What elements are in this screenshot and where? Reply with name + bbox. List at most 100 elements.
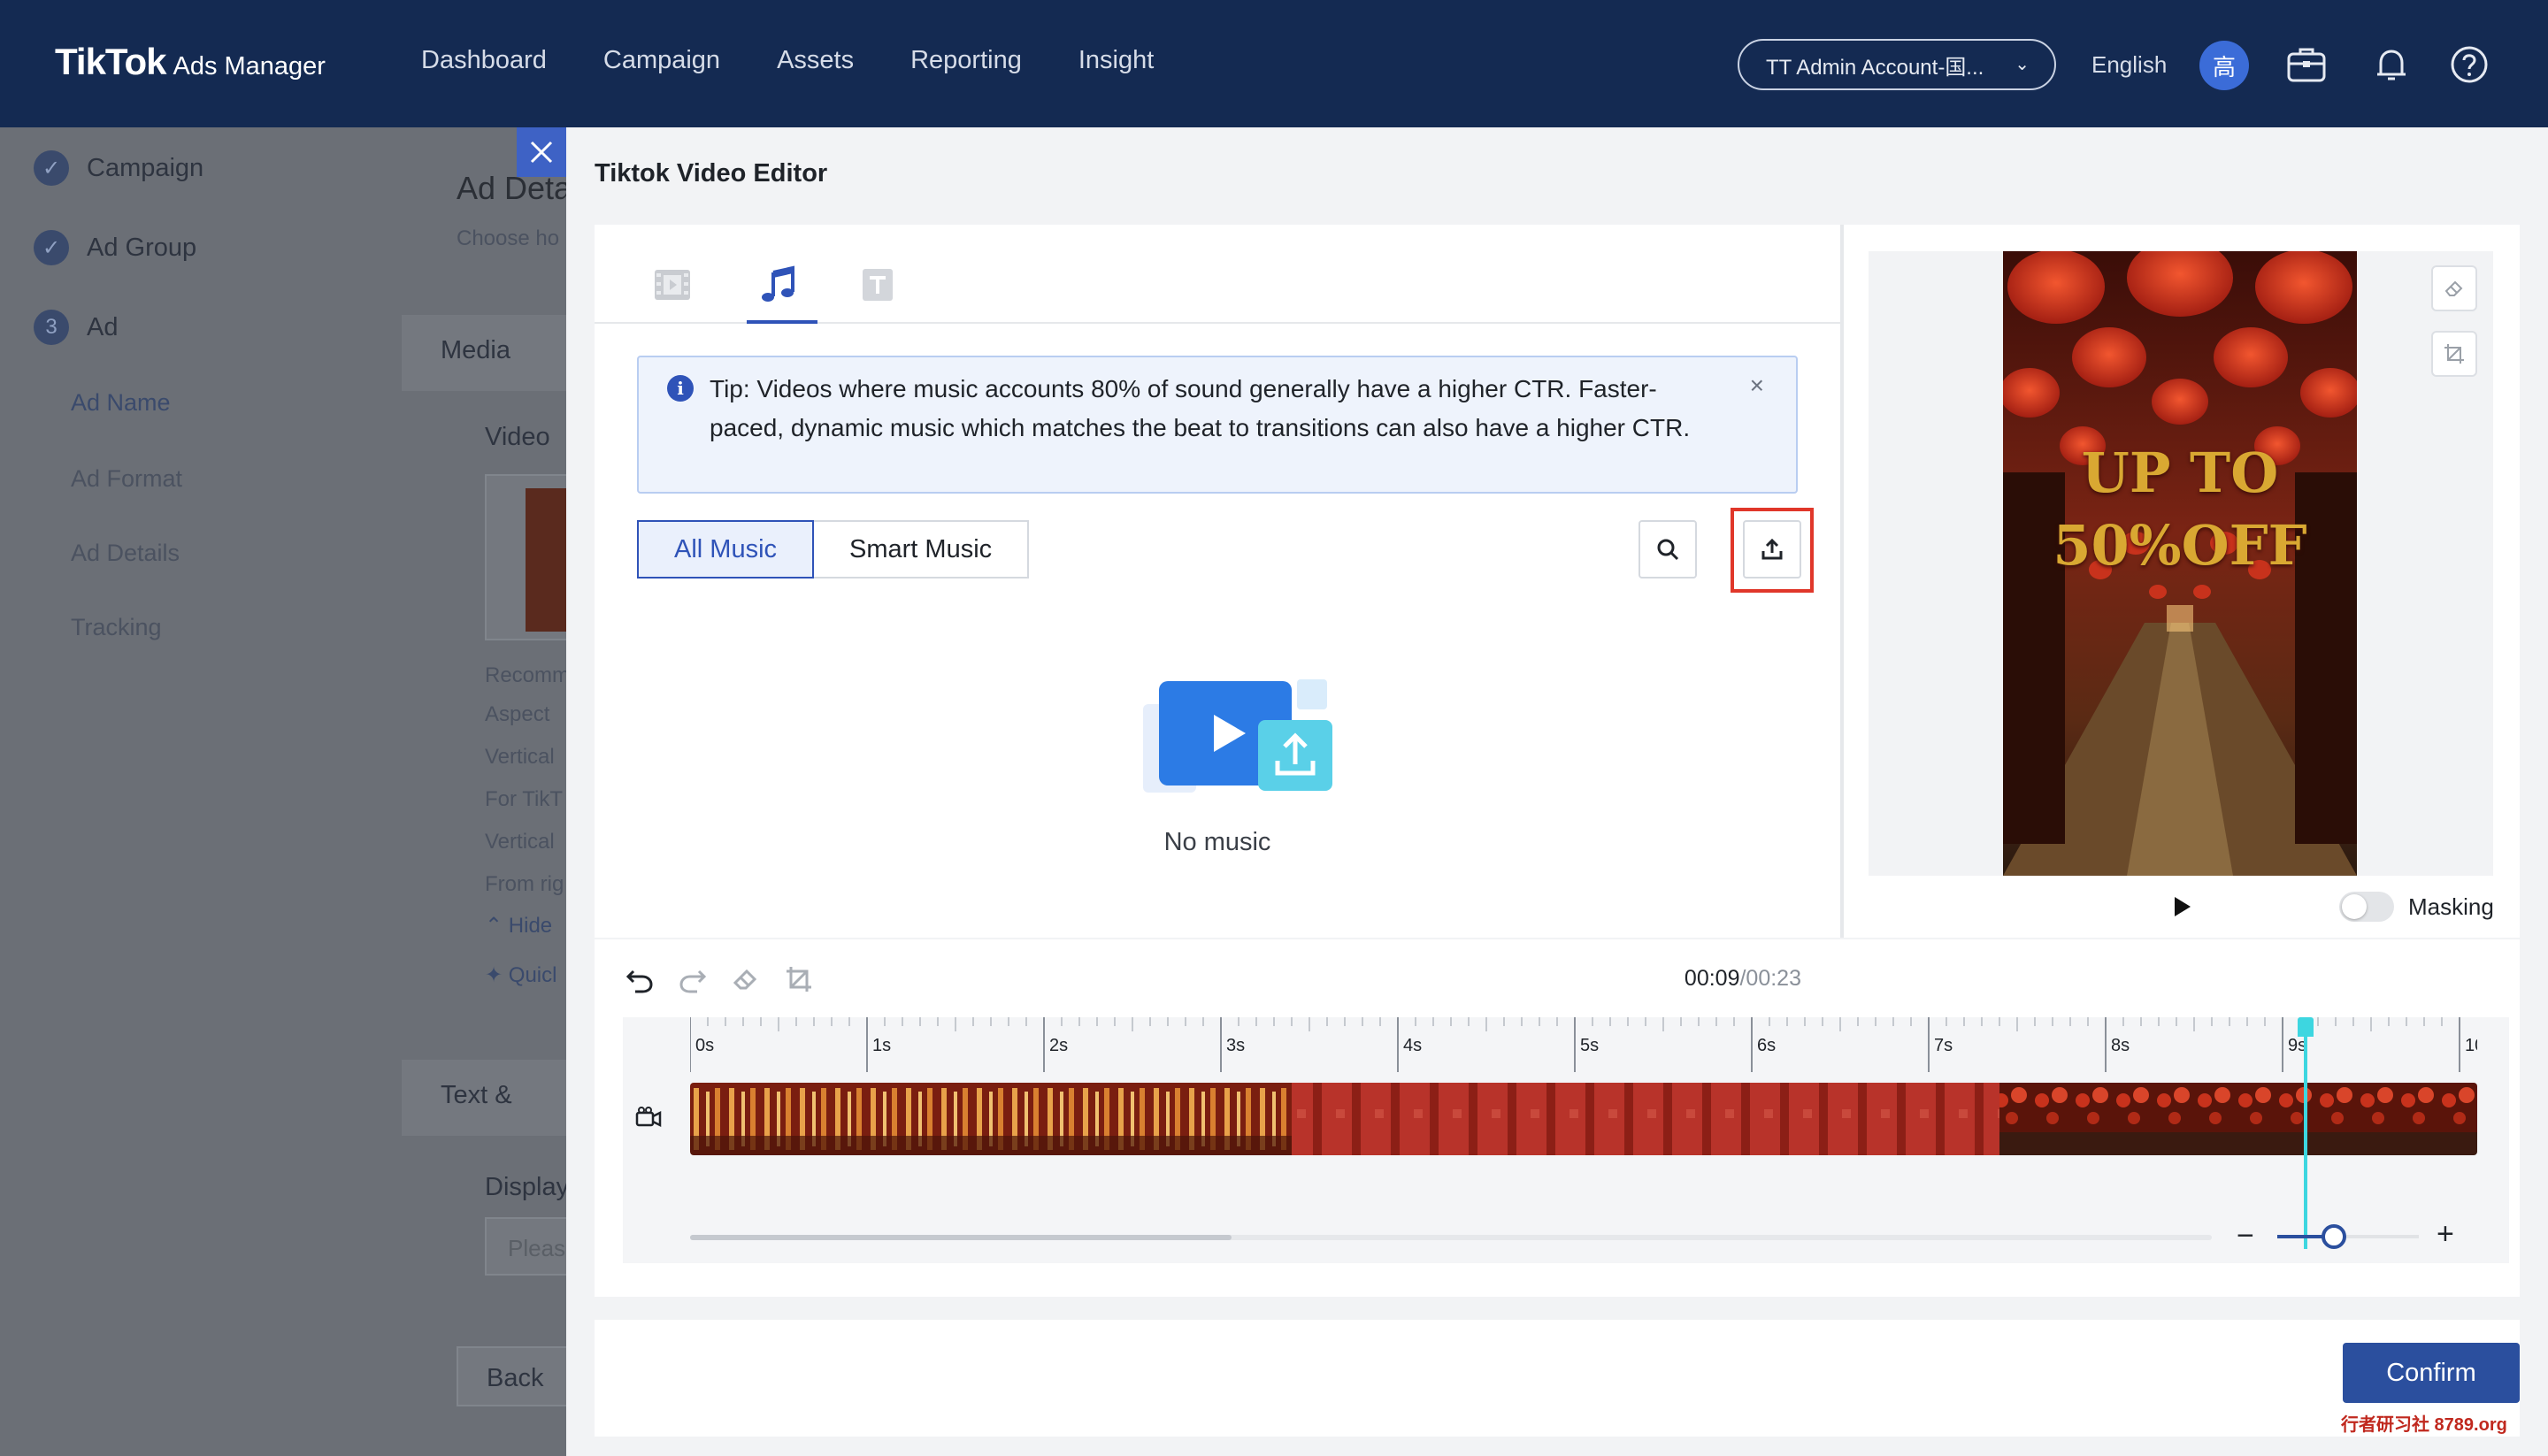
step-label: Campaign: [87, 153, 204, 182]
hide-link[interactable]: ⌃ Hide: [485, 913, 552, 939]
ad-details-form-behind: Ad Deta Choose ho Media Video Recomm Asp…: [372, 127, 566, 1456]
static-text: Recomm: [485, 663, 566, 687]
main-nav: Dashboard Campaign Assets Reporting Insi…: [421, 46, 1210, 75]
zoom-out-button[interactable]: −: [2237, 1219, 2254, 1253]
tick-label: 1s: [872, 1036, 891, 1055]
editor-left-panel: i Tip: Videos where music accounts 80% o…: [595, 225, 1840, 938]
bell-icon[interactable]: [2369, 42, 2414, 87]
brand-name: TikTok: [55, 41, 166, 82]
all-music-tab[interactable]: All Music: [637, 520, 815, 579]
empty-state-text: No music: [1163, 828, 1271, 856]
brand-sub: Ads Manager: [173, 52, 326, 80]
close-icon: [530, 141, 553, 164]
masking-toggle[interactable]: [2339, 892, 2394, 922]
masking-label: Masking: [2408, 893, 2494, 920]
top-navigation-bar: TikTok Ads Manager Dashboard Campaign As…: [0, 0, 2548, 127]
tick-label: 4s: [1403, 1036, 1422, 1055]
static-text: Aspect: [485, 702, 550, 726]
step-label: Ad: [87, 312, 119, 341]
section-title: Text &: [441, 1081, 512, 1109]
video-clip-track[interactable]: [690, 1083, 2477, 1155]
nav-assets[interactable]: Assets: [777, 46, 854, 75]
editor-footer: Confirm: [595, 1320, 2520, 1437]
play-icon[interactable]: [2175, 897, 2191, 916]
zoom-in-button[interactable]: +: [2437, 1217, 2454, 1252]
hide-label: Hide: [508, 914, 553, 938]
timeline-panel: 00:09/00:23 0s 1s 2s 3s 4s 5s 6s 7s 8s 9…: [595, 939, 2520, 1297]
crop-tool-button[interactable]: [2431, 331, 2477, 377]
back-button[interactable]: Back: [457, 1346, 566, 1406]
check-icon: ✓: [34, 230, 69, 265]
quick-link[interactable]: ✦ Quicl: [485, 962, 556, 988]
editor-title: Tiktok Video Editor: [595, 159, 828, 188]
overlay-line-2: 50%OFF: [2053, 513, 2307, 578]
static-text: From rig: [485, 872, 564, 896]
input-placeholder: Pleas: [508, 1235, 566, 1261]
upload-highlight-box: [1731, 508, 1814, 593]
time-ruler: 0s 1s 2s 3s 4s 5s 6s 7s 8s 9s 10: [690, 1017, 2477, 1072]
substep-ad-name[interactable]: Ad Name: [71, 389, 171, 417]
nav-dashboard[interactable]: Dashboard: [421, 46, 547, 75]
confirm-button[interactable]: Confirm: [2343, 1343, 2520, 1403]
tab-music[interactable]: [747, 260, 817, 324]
crop-icon: [2444, 344, 2464, 364]
media-section: Media: [402, 315, 566, 391]
tick-label: 8s: [2111, 1036, 2130, 1055]
language-switch[interactable]: English: [2091, 51, 2167, 79]
zoom-slider-track[interactable]: [2277, 1224, 2419, 1249]
display-name-input[interactable]: Pleas: [485, 1217, 566, 1276]
timeline-track-area: 0s 1s 2s 3s 4s 5s 6s 7s 8s 9s 10: [623, 1017, 2509, 1263]
step-label: Ad Group: [87, 233, 197, 262]
video-editor-drawer: Tiktok Video Editor i Tip: Videos where …: [566, 127, 2548, 1456]
step-campaign[interactable]: ✓ Campaign: [34, 150, 203, 186]
tick-label: 3s: [1226, 1036, 1245, 1055]
scrollbar-thumb[interactable]: [690, 1235, 1232, 1240]
preview-panel: UP TO 50%OFF Masking: [1844, 225, 2520, 938]
tip-banner: i Tip: Videos where music accounts 80% o…: [637, 356, 1798, 494]
tick-label: 2s: [1049, 1036, 1068, 1055]
account-name: TT Admin Account-国...: [1766, 55, 1984, 80]
tip-close-button[interactable]: ×: [1750, 372, 1764, 400]
video-preview-area: UP TO 50%OFF: [1869, 251, 2493, 876]
avatar[interactable]: 高: [2199, 41, 2249, 90]
music-source-toggle: All Music Smart Music: [637, 520, 1030, 579]
tab-video[interactable]: [648, 260, 697, 310]
current-time: 00:09: [1684, 966, 1740, 991]
tick-label: 0s: [695, 1036, 714, 1055]
nav-insight[interactable]: Insight: [1078, 46, 1154, 75]
smart-music-tab[interactable]: Smart Music: [814, 520, 1030, 579]
music-note-icon: [762, 265, 794, 302]
eraser-tool-button[interactable]: [2431, 265, 2477, 311]
nav-campaign[interactable]: Campaign: [603, 46, 720, 75]
substep-tracking[interactable]: Tracking: [71, 614, 162, 641]
step-ad-group[interactable]: ✓ Ad Group: [34, 230, 196, 265]
field-label: Display: [485, 1173, 566, 1201]
info-icon: i: [667, 375, 694, 402]
timeline-scrollbar[interactable]: [690, 1235, 2212, 1240]
account-selector[interactable]: TT Admin Account-国... ⌄: [1738, 39, 2056, 90]
briefcase-icon[interactable]: [2284, 42, 2329, 87]
tiktok-ads-manager-logo[interactable]: TikTok Ads Manager: [55, 41, 326, 83]
zoom-slider-handle[interactable]: [2322, 1224, 2346, 1249]
empty-music-illustration: [1143, 678, 1338, 801]
tab-text[interactable]: [853, 260, 902, 310]
check-icon: ✓: [34, 150, 69, 186]
step-ad[interactable]: 3 Ad: [34, 310, 118, 345]
help-icon[interactable]: [2447, 42, 2491, 87]
search-music-button[interactable]: [1639, 520, 1697, 579]
back-label: Back: [487, 1364, 544, 1392]
playhead[interactable]: [2298, 1017, 2314, 1249]
video-track-icon: [635, 1106, 662, 1133]
field-label: Video: [485, 423, 550, 451]
nav-reporting[interactable]: Reporting: [910, 46, 1022, 75]
video-thumbnail[interactable]: [485, 474, 566, 640]
tick-label: 7s: [1934, 1036, 1953, 1055]
substep-ad-format[interactable]: Ad Format: [71, 465, 182, 493]
substep-ad-details[interactable]: Ad Details: [71, 540, 180, 567]
static-text: For TikT: [485, 787, 563, 811]
film-icon: [655, 270, 690, 300]
tick-label: 6s: [1757, 1036, 1776, 1055]
editor-tabs: [595, 225, 1840, 324]
eraser-icon: [2444, 280, 2463, 296]
close-drawer-button[interactable]: [517, 127, 566, 177]
